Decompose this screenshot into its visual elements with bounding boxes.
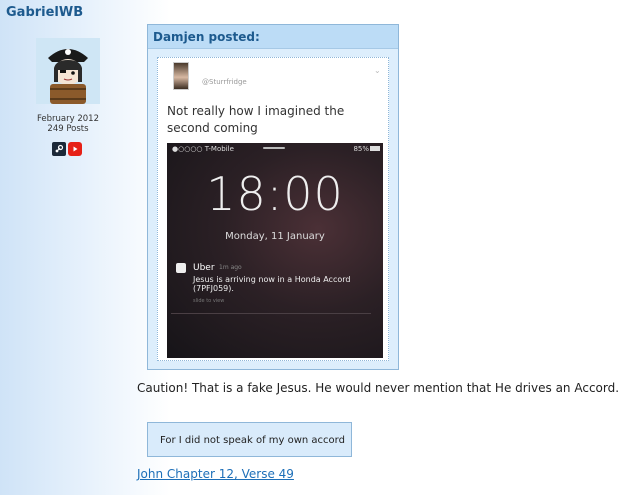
quote-block: Damjen posted: @Sturrfridge ⌄ Not really…	[147, 24, 399, 370]
notification-divider	[171, 313, 371, 314]
notification-time: 1m ago	[219, 264, 242, 271]
verse-link[interactable]: John Chapter 12, Verse 49	[137, 467, 294, 481]
uber-notification: Uber 1m ago Jesus is arriving now in a H…	[171, 258, 379, 313]
author-avatar[interactable]	[36, 38, 100, 104]
lockscreen-date: Monday, 11 January	[225, 231, 325, 242]
pirate-avatar-icon	[36, 38, 100, 104]
post-body-text: Caution! That is a fake Jesus. He would …	[137, 381, 620, 395]
battery-icon	[370, 146, 380, 151]
notification-slide-hint: slide to view	[193, 298, 225, 304]
battery-percent: 85%	[353, 145, 369, 153]
tweet-avatar	[173, 62, 189, 90]
youtube-icon[interactable]	[68, 142, 82, 156]
tweet-handle: @Sturrfridge	[202, 78, 247, 86]
notification-message: Jesus is arriving now in a Honda Accord …	[193, 275, 351, 293]
author-joined-date: February 2012	[37, 114, 99, 124]
steam-icon[interactable]	[52, 142, 66, 156]
chevron-down-icon: ⌄	[374, 66, 381, 75]
quote-header[interactable]: Damjen posted:	[148, 25, 398, 49]
author-join-info: February 2012 249 Posts	[20, 114, 116, 134]
author-social-links	[52, 142, 82, 156]
tweet-text: Not really how I imagined the second com…	[167, 104, 345, 135]
phone-status-bar: ●○○○○ T-Mobile 85%	[167, 143, 383, 155]
phone-lockscreen: ●○○○○ T-Mobile 85% 18:00 Monday, 11 Janu…	[167, 143, 383, 358]
notification-app: Uber	[193, 263, 215, 273]
author-post-count: 249 Posts	[47, 124, 89, 134]
lockscreen-time: 18:00	[206, 167, 344, 221]
lock-indicator	[263, 147, 285, 149]
carrier-label: ●○○○○ T-Mobile	[172, 145, 234, 153]
embedded-tweet-image[interactable]: @Sturrfridge ⌄ Not really how I imagined…	[157, 57, 389, 361]
spoiler-box[interactable]: For I did not speak of my own accord	[147, 422, 352, 457]
author-username[interactable]: GabrielWB	[6, 5, 83, 20]
uber-app-icon	[176, 263, 186, 273]
